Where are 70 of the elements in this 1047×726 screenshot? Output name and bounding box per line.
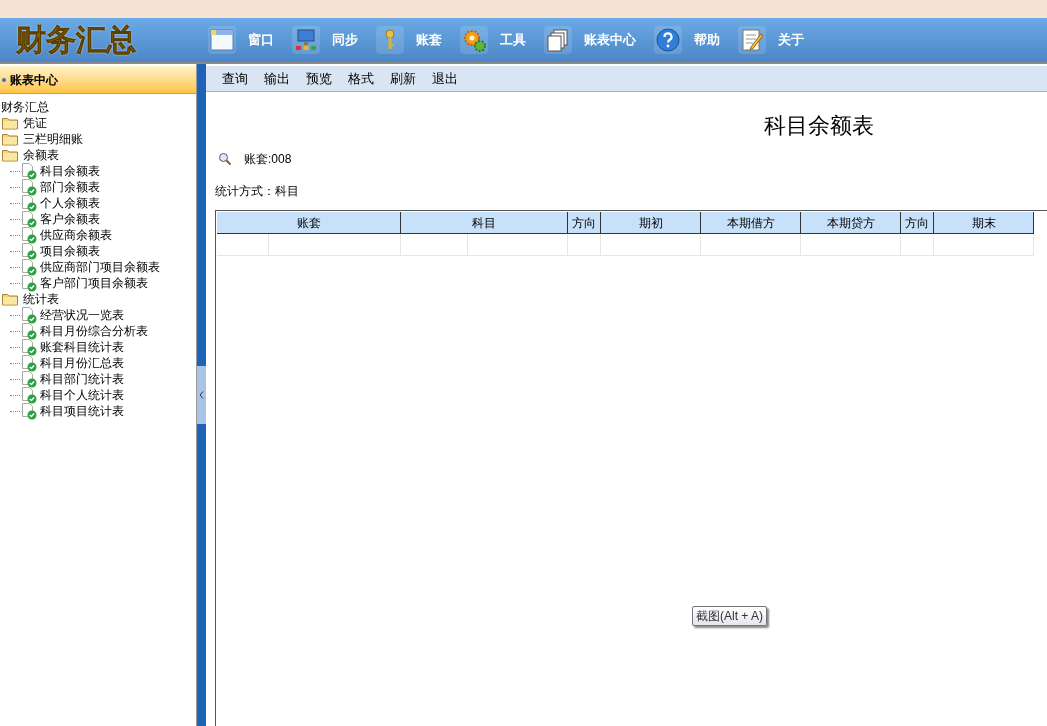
- tree-item[interactable]: 科目项目统计表: [40, 403, 124, 419]
- notepad-icon: [739, 27, 765, 53]
- document-check-icon: [20, 370, 38, 388]
- tree-item[interactable]: 供应商部门项目余额表: [40, 259, 160, 275]
- tooltip: 截图(Alt + A): [692, 606, 767, 626]
- document-check-icon: [20, 322, 38, 340]
- toolbar-button[interactable]: 格式: [348, 68, 374, 89]
- document-check-icon: [20, 338, 38, 356]
- tree-item[interactable]: 余额表: [23, 147, 59, 163]
- network-icon: [293, 27, 319, 53]
- tree-item[interactable]: 个人余额表: [40, 195, 100, 211]
- tree-item[interactable]: 科目个人统计表: [40, 387, 124, 403]
- column-header: 期初: [601, 212, 701, 234]
- tree-item[interactable]: 科目部门统计表: [40, 371, 124, 387]
- column-header: 方向: [568, 212, 601, 234]
- bullet-icon: [2, 77, 6, 82]
- column-header: 期末: [934, 212, 1034, 234]
- column-header: 本期贷方: [801, 212, 901, 234]
- toolbar-button[interactable]: 退出: [432, 68, 458, 89]
- gears-icon: [461, 27, 487, 53]
- tree-item[interactable]: 三栏明细账: [23, 131, 83, 147]
- tree-item[interactable]: 财务汇总: [1, 99, 49, 115]
- document-check-icon: [20, 274, 38, 292]
- tree-item[interactable]: 供应商余额表: [40, 227, 112, 243]
- sidebar-header: 账表中心: [0, 66, 196, 94]
- tree-item[interactable]: 部门余额表: [40, 179, 100, 195]
- tree-item[interactable]: 统计表: [23, 291, 59, 307]
- tree-item[interactable]: 客户部门项目余额表: [40, 275, 148, 291]
- chevron-left-icon: [199, 391, 204, 399]
- column-header: 账套: [217, 212, 401, 234]
- collapse-handle[interactable]: [197, 366, 206, 424]
- tree-item[interactable]: 科目月份综合分析表: [40, 323, 148, 339]
- tree-item[interactable]: 项目余额表: [40, 243, 100, 259]
- toolbar-button[interactable]: 输出: [264, 68, 290, 89]
- tree-item[interactable]: 客户余额表: [40, 211, 100, 227]
- document-check-icon: [20, 402, 38, 420]
- folder-icon: [2, 292, 18, 306]
- document-check-icon: [20, 226, 38, 244]
- toolbar-button[interactable]: 查询: [222, 68, 248, 89]
- tree-item[interactable]: 科目月份汇总表: [40, 355, 124, 371]
- pages-icon: [545, 27, 571, 53]
- column-header: 本期借方: [701, 212, 801, 234]
- document-check-icon: [20, 178, 38, 196]
- tree-item[interactable]: 科目余额表: [40, 163, 100, 179]
- report-title: 科目余额表: [764, 112, 874, 140]
- tree-item[interactable]: 经营状况一览表: [40, 307, 124, 323]
- search-icon[interactable]: [218, 152, 232, 166]
- document-check-icon: [20, 354, 38, 372]
- document-check-icon: [20, 210, 38, 228]
- tree-item[interactable]: 凭证: [23, 115, 47, 131]
- app-logo: 财务汇总: [15, 25, 137, 55]
- document-check-icon: [20, 386, 38, 404]
- folder-icon: [2, 132, 18, 146]
- tree-item[interactable]: 账套科目统计表: [40, 339, 124, 355]
- document-check-icon: [20, 162, 38, 180]
- document-check-icon: [20, 306, 38, 324]
- column-header: 科目: [401, 212, 568, 234]
- splitter[interactable]: [197, 64, 206, 726]
- document-check-icon: [20, 258, 38, 276]
- account-set-label: 账套:008: [244, 151, 292, 168]
- stat-method-label: 统计方式：科目: [215, 184, 299, 198]
- toolbar-button[interactable]: 刷新: [390, 68, 416, 89]
- column-header: 方向: [901, 212, 934, 234]
- folder-icon: [2, 148, 18, 162]
- document-check-icon: [20, 242, 38, 260]
- help-icon: [655, 27, 681, 53]
- folder-icon: [2, 116, 18, 130]
- toolbar-button[interactable]: 预览: [306, 68, 332, 89]
- window-icon: [209, 27, 235, 53]
- document-check-icon: [20, 194, 38, 212]
